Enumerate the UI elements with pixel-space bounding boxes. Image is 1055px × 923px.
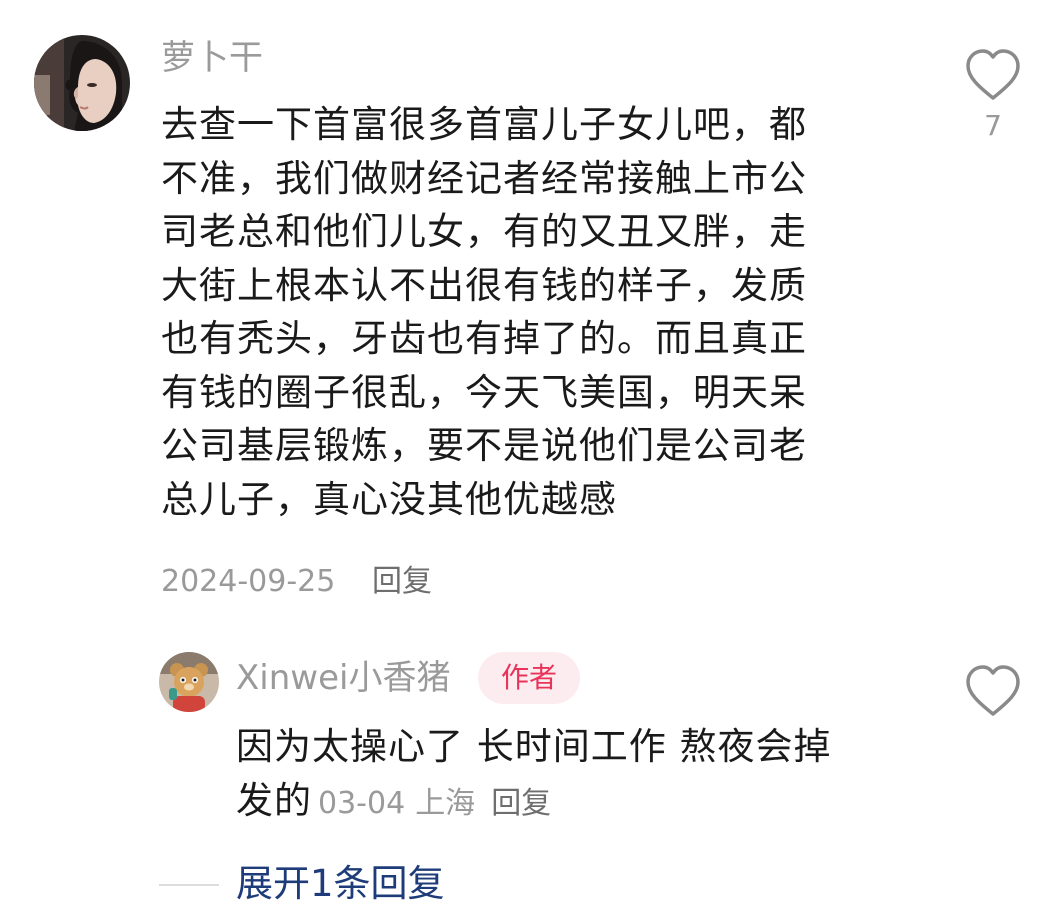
reply-text-line: 发的 03-04 上海 回复 — [236, 774, 916, 831]
reply-reply-button[interactable]: 回复 — [491, 786, 551, 821]
comment-username[interactable]: 萝卜干 — [161, 38, 263, 78]
heart-outline-icon — [966, 665, 1020, 716]
like-count: 7 — [984, 109, 1002, 142]
expand-divider — [159, 884, 219, 886]
bear-avatar-icon — [159, 652, 219, 712]
reply-location: 上海 — [415, 785, 476, 821]
reply-date: 03-04 — [318, 785, 406, 821]
comment-text-line: 大街上根本认不出很有钱的样子，发质 — [161, 263, 807, 307]
comment-text-line: 去查一下首富很多首富儿子女儿吧，都 — [161, 103, 807, 146]
reply-text-tail: 发的 — [236, 778, 312, 822]
reply-text: 因为太操心了 长时间工作 熬夜会掉 发的 03-04 上海 回复 — [236, 720, 916, 830]
comment-date: 2024-09-25 — [161, 564, 336, 599]
user-avatar-icon — [34, 35, 130, 131]
author-badge: 作者 — [478, 652, 580, 704]
reply-avatar[interactable] — [159, 652, 219, 712]
expand-replies-link[interactable]: 展开1条回复 — [236, 860, 445, 908]
reply-button[interactable]: 回复 — [372, 562, 432, 602]
comment-text-line: 公司基层锻炼，要不是说他们是公司老 — [161, 424, 807, 467]
comment-text: 去查一下首富很多首富儿子女儿吧，都 不准，我们做财经记者经常接触上市公 司老总和… — [161, 98, 891, 526]
reply-username[interactable]: Xinwei小香猪 — [236, 658, 450, 698]
comment-text-line: 总儿子，真心没其他优越感 — [161, 477, 617, 521]
comment-text-line: 司老总和他们儿女，有的又丑又胖，走 — [161, 210, 807, 253]
avatar[interactable] — [34, 35, 130, 131]
heart-outline-icon — [966, 49, 1020, 100]
comment-text-line: 不准，我们做财经记者经常接触上市公 — [161, 156, 807, 200]
reply-text-line: 因为太操心了 长时间工作 熬夜会掉 — [236, 725, 832, 768]
reply-like-button[interactable] — [958, 660, 1028, 724]
comment-text-line: 有钱的圈子很乱，今天飞美国，明天呆 — [161, 370, 807, 414]
comment-text-line: 也有秃头，牙齿也有掉了的。而且真正 — [161, 317, 807, 360]
like-button[interactable]: 7 — [958, 44, 1028, 144]
